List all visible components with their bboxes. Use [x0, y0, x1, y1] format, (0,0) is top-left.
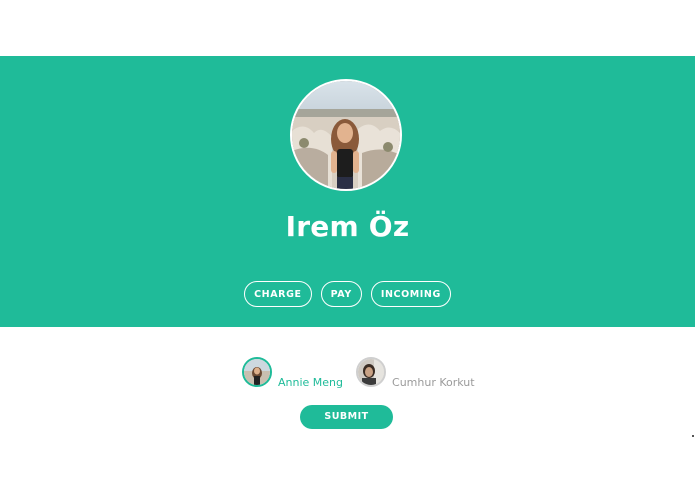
action-tabs: CHARGE PAY INCOMING	[0, 281, 695, 307]
submit-charge-button[interactable]: SUBMIT CHARGE	[300, 405, 393, 446]
user-photo-icon	[244, 359, 270, 385]
profile-header: Irem Öz CHARGE PAY INCOMING	[0, 56, 695, 327]
edge-mark	[692, 435, 694, 437]
contact-list: Annie Meng Cumhur Korkut	[242, 356, 475, 389]
tab-incoming[interactable]: INCOMING	[370, 281, 451, 307]
profile-photo-icon	[292, 81, 400, 189]
contact-annie-meng[interactable]: Annie Meng	[242, 356, 343, 389]
avatar	[356, 357, 387, 387]
contact-name: Cumhur Korkut	[392, 375, 475, 389]
profile-name: Irem Öz	[285, 210, 410, 243]
tab-pay[interactable]: PAY	[320, 281, 362, 307]
user-photo-icon	[358, 359, 385, 385]
contact-name: Annie Meng	[278, 375, 344, 389]
avatar	[242, 357, 272, 387]
tab-charge[interactable]: CHARGE	[244, 281, 312, 307]
profile-avatar	[290, 79, 402, 191]
contact-cumhur-korkut[interactable]: Cumhur Korkut	[356, 356, 475, 389]
